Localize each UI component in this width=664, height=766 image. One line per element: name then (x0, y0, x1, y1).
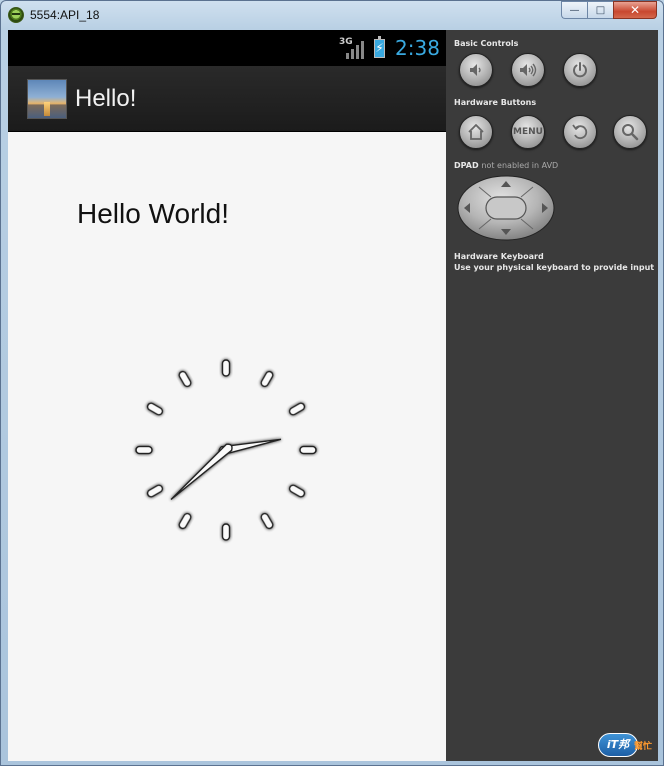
minimize-button[interactable]: — (561, 1, 587, 19)
charging-bolt-icon: ⚡ (375, 41, 384, 55)
clock-tick (221, 359, 231, 377)
ithelp-logo-sub: 幫忙 (634, 742, 653, 752)
clock-tick (288, 402, 306, 416)
content-area: Hello World! (8, 132, 446, 761)
dpad-note: not enabled in AVD (481, 161, 559, 170)
clock-minute-hand (170, 443, 233, 501)
home-icon (468, 124, 484, 140)
clock-tick (260, 370, 274, 388)
clock-tick (288, 484, 306, 498)
window-titlebar[interactable]: 5554:API_18 — □ ✕ (1, 1, 663, 29)
action-bar-title: Hello! (75, 85, 137, 112)
clock-tick (135, 445, 153, 455)
hardware-keyboard-label: Hardware Keyboard (454, 252, 544, 261)
emulator-controls-panel: Basic Controls Hardware Buttons MENU DPA… (446, 30, 658, 761)
device-screen[interactable]: 3G ⚡ 2:38 Hello! Hello World! (8, 30, 446, 761)
window-title: 5554:API_18 (30, 8, 100, 22)
ithelp-logo-main: iT邦 (598, 733, 638, 757)
power-button[interactable] (563, 53, 597, 87)
emulator-window: 5554:API_18 — □ ✕ 3G ⚡ 2:38 Hello! Hello… (0, 0, 664, 766)
ithelp-watermark-logo: iT邦 幫忙 (598, 727, 662, 757)
dpad-label: DPAD not enabled in AVD (454, 161, 558, 170)
close-button[interactable]: ✕ (613, 1, 657, 19)
search-icon (622, 124, 639, 141)
volume-down-icon (470, 64, 481, 76)
maximize-button[interactable]: □ (587, 1, 613, 19)
window-controls: — □ ✕ (561, 1, 657, 19)
clock-tick (146, 402, 164, 416)
volume-down-button[interactable] (459, 53, 493, 87)
hardware-keyboard-desc: Use your physical keyboard to provide in… (454, 263, 655, 272)
power-icon (573, 62, 587, 78)
clock-tick (260, 512, 274, 530)
status-time: 2:38 (395, 36, 440, 60)
dpad-label-text: DPAD (454, 161, 479, 170)
back-button[interactable] (563, 115, 597, 149)
clock-tick (146, 484, 164, 498)
volume-up-icon (520, 63, 537, 77)
back-icon (572, 124, 588, 140)
signal-strength-icon (344, 39, 366, 59)
basic-controls-label: Basic Controls (454, 39, 519, 48)
action-bar: Hello! (8, 66, 446, 132)
menu-button-label: MENU (513, 127, 543, 137)
menu-button[interactable]: MENU (511, 115, 545, 149)
hello-world-text: Hello World! (77, 198, 229, 229)
app-launcher-icon[interactable] (27, 79, 67, 119)
volume-up-button[interactable] (511, 53, 545, 87)
clock-tick (221, 523, 231, 541)
dpad-control[interactable] (457, 175, 555, 241)
android-app-icon (8, 7, 24, 23)
home-button[interactable] (459, 115, 493, 149)
clock-tick (178, 512, 192, 530)
clock-tick (299, 445, 317, 455)
analog-clock (135, 359, 317, 541)
clock-tick (178, 370, 192, 388)
battery-icon: ⚡ (374, 36, 385, 58)
status-bar: 3G ⚡ 2:38 (8, 30, 446, 66)
hardware-buttons-label: Hardware Buttons (454, 98, 537, 107)
search-button[interactable] (613, 115, 647, 149)
